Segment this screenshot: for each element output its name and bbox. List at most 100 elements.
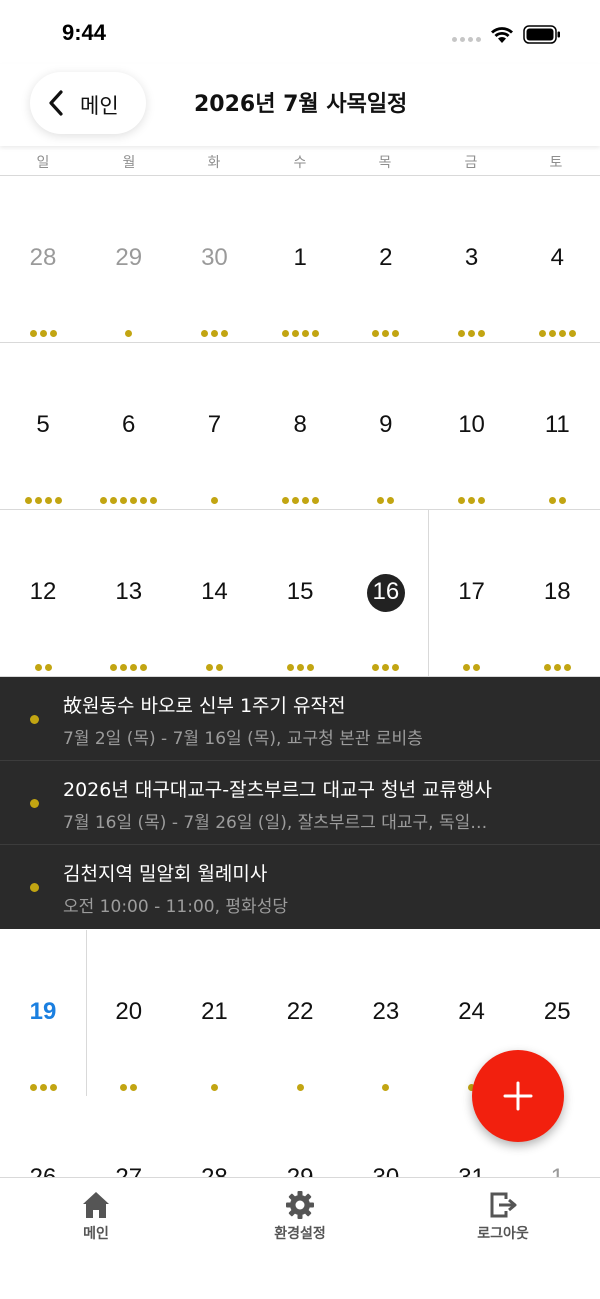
event-dot [130, 664, 138, 671]
event-dot [468, 330, 476, 337]
day-number: 28 [29, 244, 57, 271]
event-dots [429, 330, 515, 337]
event-item[interactable]: 故원동수 바오로 신부 1주기 유작전 7월 2일 (목) - 7월 16일 (… [0, 677, 600, 761]
day-number: 11 [544, 411, 570, 438]
add-event-button[interactable] [472, 1050, 564, 1142]
back-label: 메인 [80, 94, 119, 118]
back-button[interactable]: 메인 [30, 72, 146, 134]
event-dot [39, 330, 47, 337]
event-dot [120, 1084, 128, 1091]
day-number: 19 [29, 998, 57, 1025]
tab-logout-label: 로그아웃 [477, 1226, 529, 1242]
calendar-day[interactable]: 14 [171, 510, 257, 676]
event-dot [44, 664, 52, 671]
calendar-day[interactable]: 5 [0, 343, 86, 509]
event-dots [514, 330, 600, 337]
calendar-day[interactable]: 10 [429, 343, 515, 509]
weekday-header: 일 월 화 수 목 금 토 [0, 146, 600, 176]
weekday-thu: 목 [378, 155, 392, 171]
event-dot [296, 1084, 304, 1091]
calendar-day[interactable]: 3 [429, 176, 515, 342]
event-dot [24, 497, 32, 504]
day-number: 7 [207, 411, 222, 438]
logout-icon [490, 1192, 517, 1218]
event-dot [382, 1084, 390, 1091]
weekday-sun: 일 [36, 155, 50, 171]
day-number: 6 [122, 411, 136, 438]
calendar-day[interactable]: 6 [86, 343, 172, 509]
event-dots [514, 497, 600, 504]
calendar-day[interactable]: 11 [514, 343, 600, 509]
event-dot [372, 664, 380, 671]
gear-icon [286, 1191, 314, 1219]
day-number: 10 [458, 411, 485, 438]
event-dot [306, 664, 314, 671]
calendar-day[interactable]: 7 [171, 343, 257, 509]
day-number: 25 [543, 998, 571, 1025]
day-number: 8 [293, 411, 307, 438]
calendar-day[interactable]: 19 [0, 930, 86, 1096]
event-dots [514, 664, 600, 671]
calendar-day[interactable]: 12 [0, 510, 86, 676]
day-number: 30 [201, 244, 228, 271]
calendar-day[interactable]: 16 [343, 510, 429, 676]
event-dot [463, 664, 471, 671]
event-dot [392, 330, 400, 337]
calendar-week-row: 12 13 14 15 16 17 18 [0, 510, 600, 677]
calendar-day[interactable]: 29 [86, 176, 172, 342]
event-dots [86, 497, 172, 504]
calendar-day[interactable]: 23 [343, 930, 429, 1096]
day-number: 4 [550, 244, 564, 271]
event-dots [171, 1084, 257, 1091]
signal-icon [452, 37, 482, 43]
event-item[interactable]: 김천지역 밀알회 월례미사 오전 10:00 - 11:00, 평화성당 [0, 845, 600, 929]
event-details: 오전 10:00 - 11:00, 평화성당 [63, 897, 288, 917]
app-screen: 9:44 메인 2026년 7월 사목일정 일 월 화 수 목 금 토 28 2… [0, 0, 600, 1299]
event-item[interactable]: 2026년 대구대교구-잘츠부르그 대교구 청년 교류행사 7월 16일 (목)… [0, 761, 600, 845]
calendar-day[interactable]: 17 [429, 510, 515, 676]
calendar-day[interactable]: 15 [257, 510, 343, 676]
day-number: 2 [379, 244, 393, 271]
tab-main[interactable]: 메인 [36, 1190, 156, 1250]
weekday-tue: 화 [207, 155, 221, 171]
tab-main-label: 메인 [83, 1226, 109, 1242]
event-dot [220, 330, 228, 337]
selection-divider [86, 930, 87, 1096]
calendar-day[interactable]: 28 [0, 176, 86, 342]
event-dots [86, 330, 172, 337]
tab-settings-label: 환경설정 [274, 1226, 326, 1242]
event-dots [343, 497, 429, 504]
wifi-icon [491, 27, 513, 43]
status-time: 9:44 [62, 20, 107, 45]
calendar-day[interactable]: 20 [86, 930, 172, 1096]
battery-icon [523, 25, 560, 44]
calendar-day[interactable]: 9 [343, 343, 429, 509]
event-dot [311, 330, 319, 337]
tab-logout[interactable]: 로그아웃 [443, 1190, 563, 1250]
calendar-day[interactable]: 30 [171, 176, 257, 342]
event-dot [100, 497, 108, 504]
event-dots [171, 664, 257, 671]
calendar-day[interactable]: 4 [514, 176, 600, 342]
event-title: 김천지역 밀알회 월례미사 [63, 863, 268, 885]
event-dot [130, 1084, 138, 1091]
day-number: 12 [29, 578, 57, 605]
calendar-day[interactable]: 18 [514, 510, 600, 676]
calendar-day[interactable]: 8 [257, 343, 343, 509]
event-dot [140, 497, 148, 504]
event-dot [29, 1084, 37, 1091]
event-dot [120, 664, 128, 671]
event-dot [54, 497, 62, 504]
calendar-day[interactable]: 1 [257, 176, 343, 342]
calendar-day[interactable]: 21 [171, 930, 257, 1096]
event-dot [458, 497, 466, 504]
calendar-day[interactable]: 2 [343, 176, 429, 342]
event-dot [140, 664, 148, 671]
tab-settings[interactable]: 환경설정 [240, 1190, 360, 1250]
event-list: 故원동수 바오로 신부 1주기 유작전 7월 2일 (목) - 7월 16일 (… [0, 677, 600, 929]
calendar-day[interactable]: 13 [86, 510, 172, 676]
event-dots [257, 497, 343, 504]
event-dots [171, 497, 257, 504]
event-dot [120, 497, 128, 504]
calendar-day[interactable]: 22 [257, 930, 343, 1096]
